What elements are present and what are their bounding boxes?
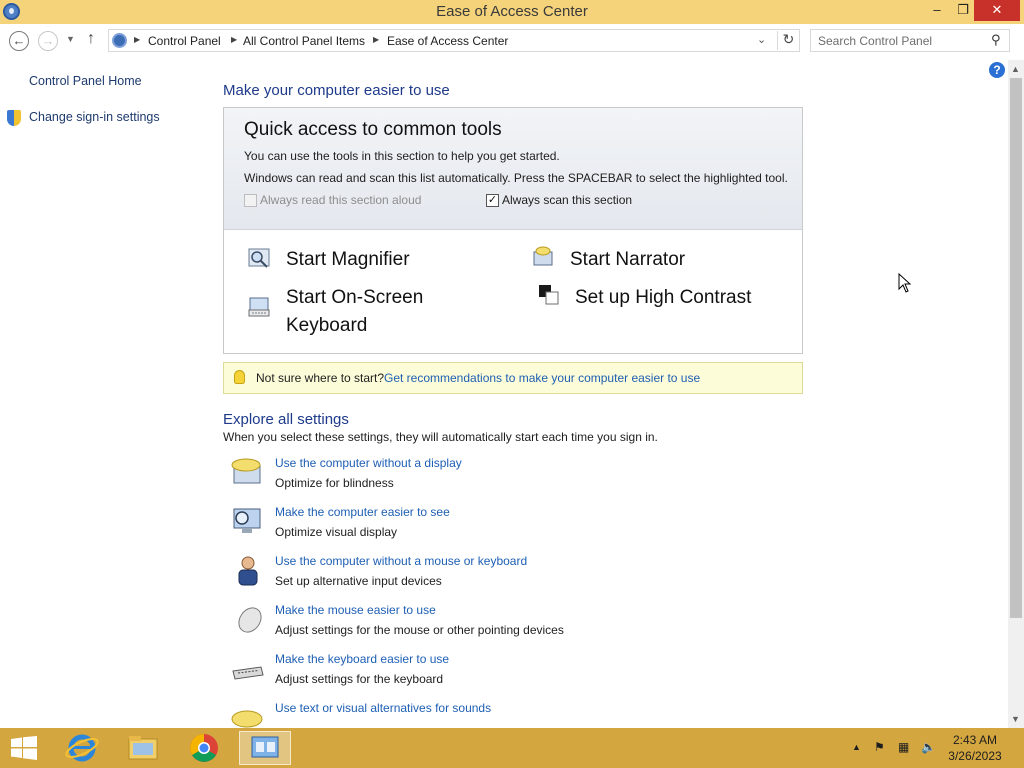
explore-heading: Explore all settings (223, 411, 349, 428)
mouse-easier-link[interactable]: Make the mouse easier to use (275, 603, 436, 617)
start-magnifier-link[interactable]: Start Magnifier (286, 246, 410, 274)
change-sign-in-settings-link[interactable]: Change sign-in settings (29, 110, 160, 124)
osk-label-line2: Keyboard (286, 315, 368, 336)
easier-to-see-icon (233, 508, 261, 533)
control-panel-app-icon (251, 736, 279, 758)
mouse-icon (238, 607, 262, 633)
list-item: Use the computer without a mouse or keyb… (230, 553, 790, 599)
keyboard-easier-desc: Adjust settings for the keyboard (275, 672, 444, 686)
quick-access-description: You can use the tools in this section to… (244, 149, 560, 163)
scan-checkbox[interactable]: ✓ (486, 194, 499, 207)
no-mouse-keyboard-link[interactable]: Use the computer without a mouse or keyb… (275, 554, 527, 568)
main-content: Make your computer easier to use Quick a… (205, 58, 1005, 728)
folder-icon (128, 736, 158, 760)
taskbar-file-explorer[interactable] (117, 731, 169, 765)
search-icon[interactable]: ⚲ (991, 32, 1001, 48)
no-display-icon (231, 458, 261, 484)
start-on-screen-keyboard-link[interactable]: Start On-Screen Keyboard (286, 284, 506, 340)
narrator-icon[interactable] (532, 246, 554, 268)
recommendations-link[interactable]: Get recommendations to make your compute… (384, 371, 700, 385)
start-narrator-link[interactable]: Start Narrator (570, 246, 685, 274)
search-input[interactable] (811, 30, 989, 51)
list-item: Use the computer without a display Optim… (230, 455, 790, 501)
taskbar: ▲ ⚑ ▦ 🔈 2:43 AM 3/26/2023 (0, 728, 1024, 768)
read-aloud-option[interactable]: Always read this section aloud (244, 193, 444, 209)
clock-date: 3/26/2023 (948, 749, 1002, 763)
breadcrumb-separator-icon[interactable]: ▶ (231, 35, 237, 44)
chrome-icon (190, 734, 218, 762)
lightbulb-icon (234, 370, 245, 384)
breadcrumb-all-items[interactable]: All Control Panel Items (243, 34, 365, 48)
keyboard-icon (232, 666, 264, 680)
osk-label-line1: Start On-Screen (286, 287, 424, 308)
quick-access-title: Quick access to common tools (244, 119, 502, 140)
quick-access-scan-note: Windows can read and scan this list auto… (244, 171, 788, 185)
window-title: Ease of Access Center (436, 3, 588, 20)
uac-shield-icon (7, 110, 21, 126)
read-aloud-label: Always read this section aloud (260, 193, 422, 207)
alternative-input-icon (238, 556, 258, 586)
scroll-up-icon[interactable]: ▲ (1011, 64, 1020, 74)
address-dropdown-icon[interactable]: ⌄ (757, 33, 766, 46)
up-arrow-icon[interactable]: ↑ (87, 30, 95, 48)
list-item: Make the computer easier to see Optimize… (230, 504, 790, 550)
set-up-high-contrast-link[interactable]: Set up High Contrast (575, 284, 751, 312)
easier-to-see-desc: Optimize visual display (275, 525, 398, 539)
left-navigation-pane: Control Panel Home Change sign-in settin… (0, 58, 200, 728)
breadcrumb-control-panel[interactable]: Control Panel (148, 34, 221, 48)
control-panel-icon (112, 33, 127, 48)
search-box[interactable]: ⚲ (810, 29, 1010, 52)
tip-text: Not sure where to start? (256, 371, 385, 385)
magnifier-icon[interactable] (248, 248, 270, 270)
action-center-flag-icon[interactable]: ⚑ (874, 740, 885, 754)
read-aloud-checkbox[interactable] (244, 194, 257, 207)
refresh-icon[interactable]: ↻ (777, 31, 799, 50)
scroll-down-icon[interactable]: ▼ (1011, 714, 1020, 724)
vertical-scrollbar[interactable]: ▲ ▼ (1008, 60, 1024, 728)
taskbar-chrome[interactable] (178, 731, 230, 765)
recommendation-tip: Not sure where to start? Get recommendat… (223, 362, 803, 394)
system-clock[interactable]: 2:43 AM 3/26/2023 (930, 732, 1020, 764)
breadcrumb-ease-of-access[interactable]: Ease of Access Center (387, 34, 508, 48)
back-button[interactable]: ← (9, 31, 29, 51)
list-item: Make the keyboard easier to use Adjust s… (230, 651, 790, 697)
network-icon[interactable]: ▦ (898, 740, 909, 754)
forward-button[interactable]: → (38, 31, 58, 51)
list-item: Use text or visual alternatives for soun… (230, 700, 790, 728)
control-panel-home-link[interactable]: Control Panel Home (29, 74, 142, 88)
recent-locations-icon[interactable]: ▼ (66, 34, 75, 44)
page-heading: Make your computer easier to use (223, 82, 450, 99)
windows-start-icon[interactable] (10, 736, 38, 760)
taskbar-internet-explorer[interactable] (56, 731, 108, 765)
scan-option[interactable]: ✓ Always scan this section (486, 193, 686, 209)
sound-alternatives-link[interactable]: Use text or visual alternatives for soun… (275, 701, 491, 715)
address-bar-row: ← → ▼ ↑ ▶ Control Panel ▶ All Control Pa… (0, 24, 1024, 58)
quick-access-header: Quick access to common tools You can use… (224, 108, 802, 230)
scrollbar-thumb[interactable] (1010, 78, 1022, 618)
clock-time: 2:43 AM (952, 733, 998, 747)
breadcrumb-separator-icon[interactable]: ▶ (134, 35, 140, 44)
title-bar: Ease of Access Center – ❐ ✕ (0, 0, 1024, 24)
mouse-easier-desc: Adjust settings for the mouse or other p… (275, 623, 564, 637)
easier-to-see-link[interactable]: Make the computer easier to see (275, 505, 450, 519)
quick-access-panel: Quick access to common tools You can use… (223, 107, 803, 354)
list-item: Make the mouse easier to use Adjust sett… (230, 602, 790, 648)
close-button[interactable]: ✕ (974, 0, 1020, 21)
no-display-link[interactable]: Use the computer without a display (275, 456, 462, 470)
scan-label: Always scan this section (502, 193, 633, 207)
no-display-desc: Optimize for blindness (275, 476, 394, 490)
mouse-cursor-icon (898, 273, 912, 293)
no-mouse-keyboard-desc: Set up alternative input devices (275, 574, 442, 588)
high-contrast-icon[interactable] (538, 284, 560, 306)
on-screen-keyboard-icon[interactable] (248, 296, 270, 318)
internet-explorer-icon (65, 734, 99, 762)
keyboard-easier-link[interactable]: Make the keyboard easier to use (275, 652, 449, 666)
taskbar-control-panel[interactable] (239, 731, 291, 765)
breadcrumb-separator-icon[interactable]: ▶ (373, 35, 379, 44)
address-box[interactable]: ▶ Control Panel ▶ All Control Panel Item… (108, 29, 800, 52)
explore-description: When you select these settings, they wil… (223, 430, 658, 444)
sound-alternatives-icon (231, 710, 263, 728)
show-hidden-icons[interactable]: ▲ (852, 742, 861, 752)
